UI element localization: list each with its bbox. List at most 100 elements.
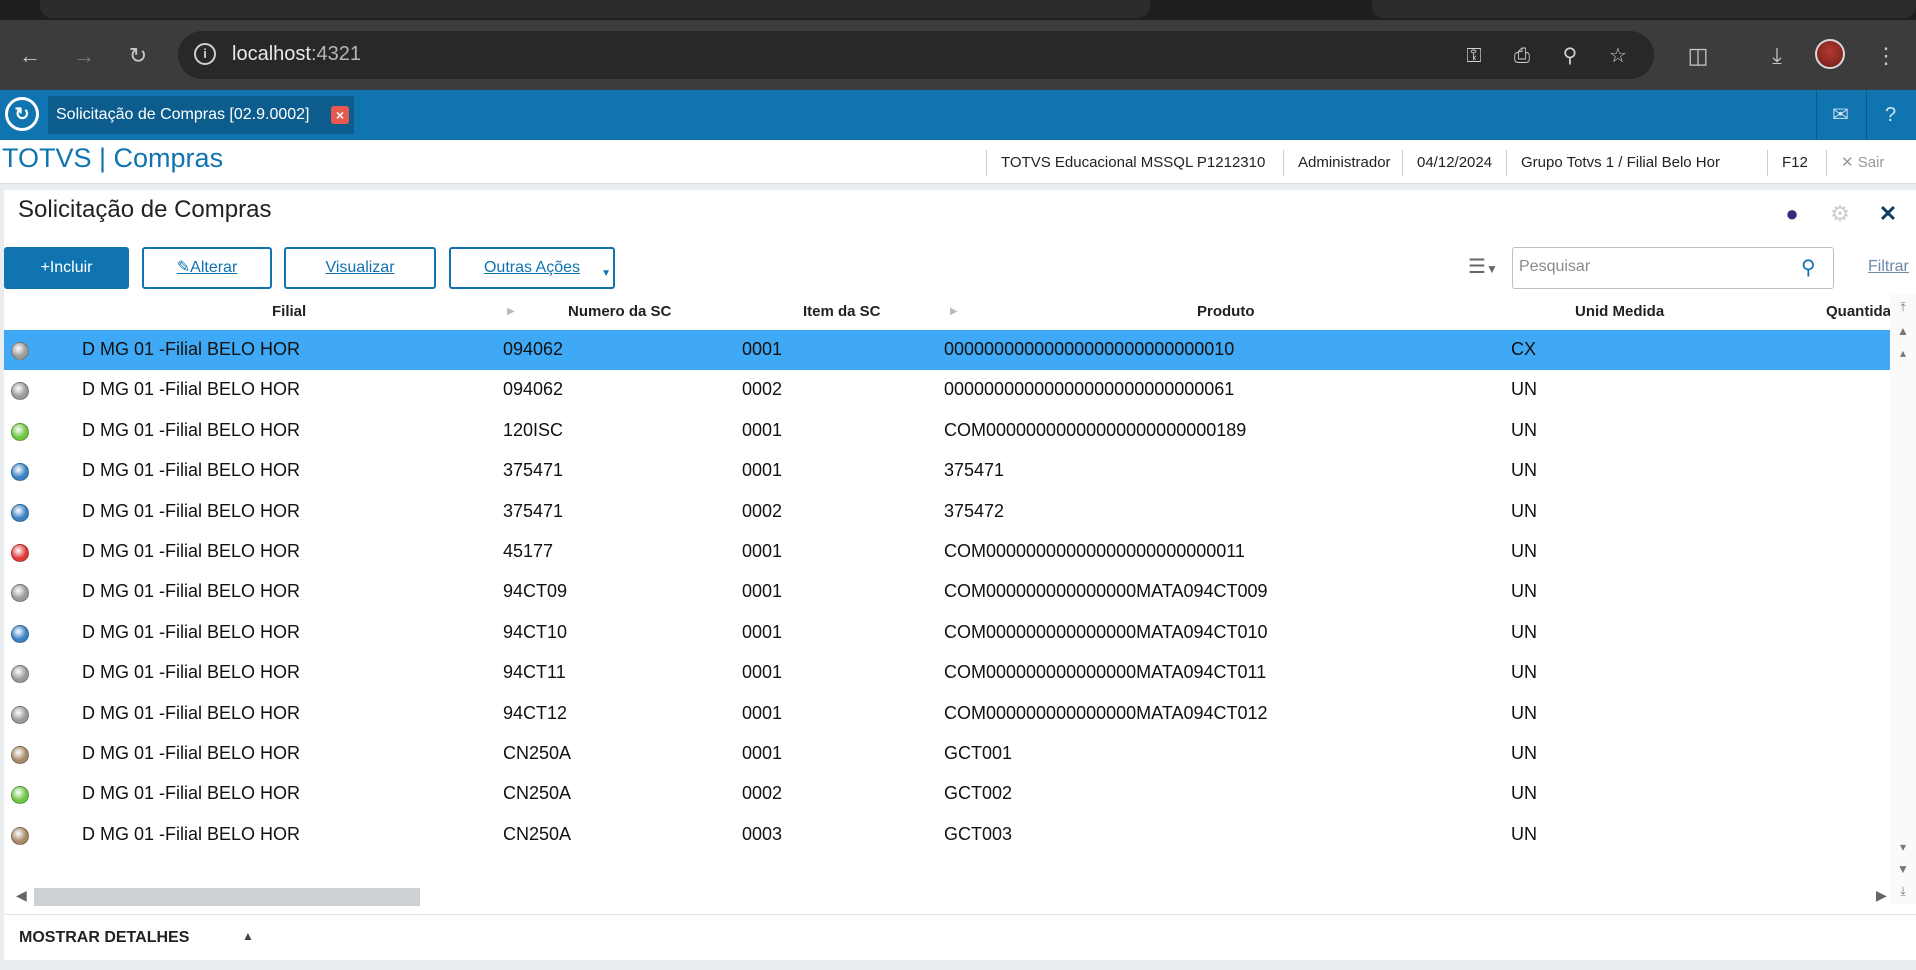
details-toggle[interactable]: MOSTRAR DETALHES ▲ — [4, 914, 1916, 958]
bookmark-star-icon[interactable]: ☆ — [1606, 44, 1630, 68]
grid-header: Filial ▶ Numero da SC Item da SC ▶ Produ… — [4, 294, 1891, 330]
cell-produto: COM000000000000000MATA094CT011 — [944, 662, 1267, 683]
status-dot-icon[interactable] — [11, 826, 29, 845]
forward-icon[interactable]: → — [72, 44, 96, 68]
outras-acoes-button[interactable]: Outras Ações ▼ — [449, 247, 615, 289]
f12-shortcut[interactable]: F12 — [1767, 150, 1822, 176]
download-icon[interactable]: ⤓ — [1765, 44, 1789, 68]
close-tab-icon[interactable]: × — [331, 106, 349, 124]
totvs-logo-icon[interactable]: ↻ — [5, 97, 39, 131]
user-label[interactable]: Administrador — [1283, 150, 1405, 176]
cell-filial: D MG 01 -Filial BELO HOR — [82, 743, 301, 763]
date-label[interactable]: 04/12/2024 — [1402, 150, 1506, 176]
table-row[interactable]: D MG 01 -Filial BELO HOR 94CT09 0001 COM000… — [4, 572, 1890, 612]
password-key-icon[interactable]: ⚿ — [1462, 44, 1486, 68]
address-bar[interactable]: i localhost:4321 ⚿ ⎙ ⚲ ☆ — [178, 31, 1654, 79]
sort-icon[interactable]: ▶ — [950, 306, 958, 317]
incluir-button[interactable]: +Incluir — [4, 247, 129, 289]
cell-produto: 00000000000000000000000000061 — [944, 379, 1235, 400]
exit-button[interactable]: ✕ Sair — [1826, 150, 1898, 176]
url-text[interactable]: localhost:4321 — [232, 43, 361, 66]
table-row[interactable]: D MG 01 -Filial BELO HOR 094062 0002 000000… — [4, 370, 1890, 410]
mail-icon[interactable]: ✉ — [1816, 90, 1864, 140]
cell-filial: D MG 01 -Filial BELO HOR — [82, 541, 301, 561]
column-header-quantidade[interactable]: Quantida — [1826, 303, 1891, 320]
help-icon[interactable]: ? — [1866, 90, 1914, 140]
profile-avatar[interactable] — [1815, 39, 1845, 69]
scroll-page-up-icon[interactable]: ▲ — [1896, 324, 1910, 338]
table-row[interactable]: D MG 01 -Filial BELO HOR 94CT12 0001 COM000… — [4, 694, 1890, 734]
table-row[interactable]: D MG 01 -Filial BELO HOR 094062 0001 000000… — [4, 330, 1890, 370]
table-row[interactable]: D MG 01 -Filial BELO HOR 45177 0001 COM0000… — [4, 532, 1890, 572]
scroll-up-icon[interactable]: ▴ — [1896, 346, 1910, 360]
table-row[interactable]: D MG 01 -Filial BELO HOR 94CT11 0001 COM000… — [4, 653, 1890, 693]
column-header-item[interactable]: Item da SC — [803, 303, 881, 320]
column-header-produto[interactable]: Produto — [1197, 303, 1255, 320]
app-tab-solicitacao[interactable]: Solicitação de Compras [02.9.0002] × — [48, 96, 354, 134]
c-badge-icon[interactable]: ● — [1778, 200, 1806, 228]
status-dot-icon[interactable] — [11, 544, 29, 562]
filter-link[interactable]: Filtrar — [1868, 258, 1909, 276]
column-header-unid-medida[interactable]: Unid Medida — [1575, 303, 1664, 320]
status-dot-icon[interactable] — [11, 746, 29, 764]
status-dot-icon[interactable] — [11, 382, 29, 401]
table-row[interactable]: D MG 01 -Filial BELO HOR CN250A 0002 GCT002… — [4, 774, 1890, 814]
extensions-icon[interactable]: ◫ — [1686, 44, 1710, 68]
cell-unid: UN — [1511, 541, 1537, 561]
status-dot-icon[interactable] — [11, 342, 29, 360]
scroll-top-icon[interactable]: ⤒ — [1896, 300, 1910, 315]
table-row[interactable]: D MG 01 -Filial BELO HOR 94CT10 0001 COM000… — [4, 613, 1890, 653]
branch-label[interactable]: Grupo Totvs 1 / Filial Belo Hor — [1506, 150, 1734, 176]
horizontal-scrollbar[interactable]: ◀ ▶ — [10, 884, 1890, 906]
cell-item: 0001 — [742, 702, 783, 723]
chevron-up-icon[interactable]: ▲ — [242, 929, 254, 943]
install-app-icon[interactable]: ⎙ — [1510, 44, 1534, 68]
status-dot-icon[interactable] — [11, 422, 29, 441]
scrollbar-thumb[interactable] — [34, 888, 420, 906]
environment-label[interactable]: TOTVS Educacional MSSQL P1212310 — [986, 150, 1279, 176]
cell-filial: D MG 01 -Filial BELO HOR — [82, 500, 301, 521]
table-row[interactable]: D MG 01 -Filial BELO HOR CN250A 0001 GCT001… — [4, 734, 1890, 774]
scroll-left-icon[interactable]: ◀ — [16, 887, 27, 904]
vertical-scrollbar[interactable]: ⤒ ▲ ▴ ▾ ▼ ⤓ — [1890, 294, 1916, 904]
site-info-icon[interactable]: i — [194, 43, 216, 65]
status-dot-icon[interactable] — [11, 786, 29, 805]
cell-filial: D MG 01 -Filial BELO HOR — [82, 702, 301, 723]
browser-tab[interactable] — [40, 0, 1150, 18]
scroll-page-down-icon[interactable]: ▼ — [1896, 862, 1910, 876]
scroll-down-icon[interactable]: ▾ — [1896, 840, 1910, 854]
scroll-bottom-icon[interactable]: ⤓ — [1896, 884, 1910, 899]
back-icon[interactable]: ← — [18, 44, 42, 68]
cell-item: 0002 — [742, 500, 783, 521]
table-row[interactable]: D MG 01 -Filial BELO HOR CN250A 0003 GCT003… — [4, 815, 1890, 855]
zoom-icon[interactable]: ⚲ — [1558, 44, 1582, 68]
browser-tab[interactable] — [1372, 0, 1916, 18]
status-dot-icon[interactable] — [11, 463, 29, 482]
scroll-right-icon[interactable]: ▶ — [1876, 887, 1887, 904]
table-row[interactable]: D MG 01 -Filial BELO HOR 375471 0001 375471… — [4, 451, 1890, 491]
browser-toolbar: ← → ↻ i localhost:4321 ⚿ ⎙ ⚲ ☆ ◫ ⤓ ⋮ — [0, 20, 1916, 90]
settings-icon[interactable]: ⚙ — [1826, 200, 1854, 228]
visualizar-button[interactable]: Visualizar — [284, 247, 436, 289]
sort-icon[interactable]: ▶ — [507, 306, 515, 317]
status-dot-icon[interactable] — [11, 665, 29, 684]
cell-filial: D MG 01 -Filial BELO HOR — [82, 339, 301, 359]
status-dot-icon[interactable] — [11, 624, 29, 643]
cell-produto: COM000000000000000MATA094CT010 — [944, 621, 1268, 642]
alterar-button[interactable]: ✎Alterar — [142, 247, 272, 289]
search-icon[interactable]: ⚲ — [1801, 256, 1825, 280]
menu-icon[interactable]: ⋮ — [1874, 44, 1898, 68]
status-dot-icon[interactable] — [11, 503, 29, 522]
cell-item: 0001 — [742, 621, 783, 642]
table-row[interactable]: D MG 01 -Filial BELO HOR 120ISC 0001 COM000… — [4, 411, 1890, 451]
close-panel-icon[interactable]: ✕ — [1874, 200, 1902, 228]
column-header-numero[interactable]: Numero da SC — [568, 303, 671, 320]
reload-icon[interactable]: ↻ — [126, 44, 150, 68]
cell-numero: CN250A — [503, 783, 572, 804]
columns-selector-icon[interactable]: ☰▼ — [1468, 254, 1498, 279]
search-input[interactable]: Pesquisar ⚲ — [1512, 247, 1834, 289]
table-row[interactable]: D MG 01 -Filial BELO HOR 375471 0002 375472… — [4, 492, 1890, 532]
status-dot-icon[interactable] — [11, 584, 29, 603]
column-header-filial[interactable]: Filial — [272, 303, 306, 320]
status-dot-icon[interactable] — [11, 705, 29, 724]
